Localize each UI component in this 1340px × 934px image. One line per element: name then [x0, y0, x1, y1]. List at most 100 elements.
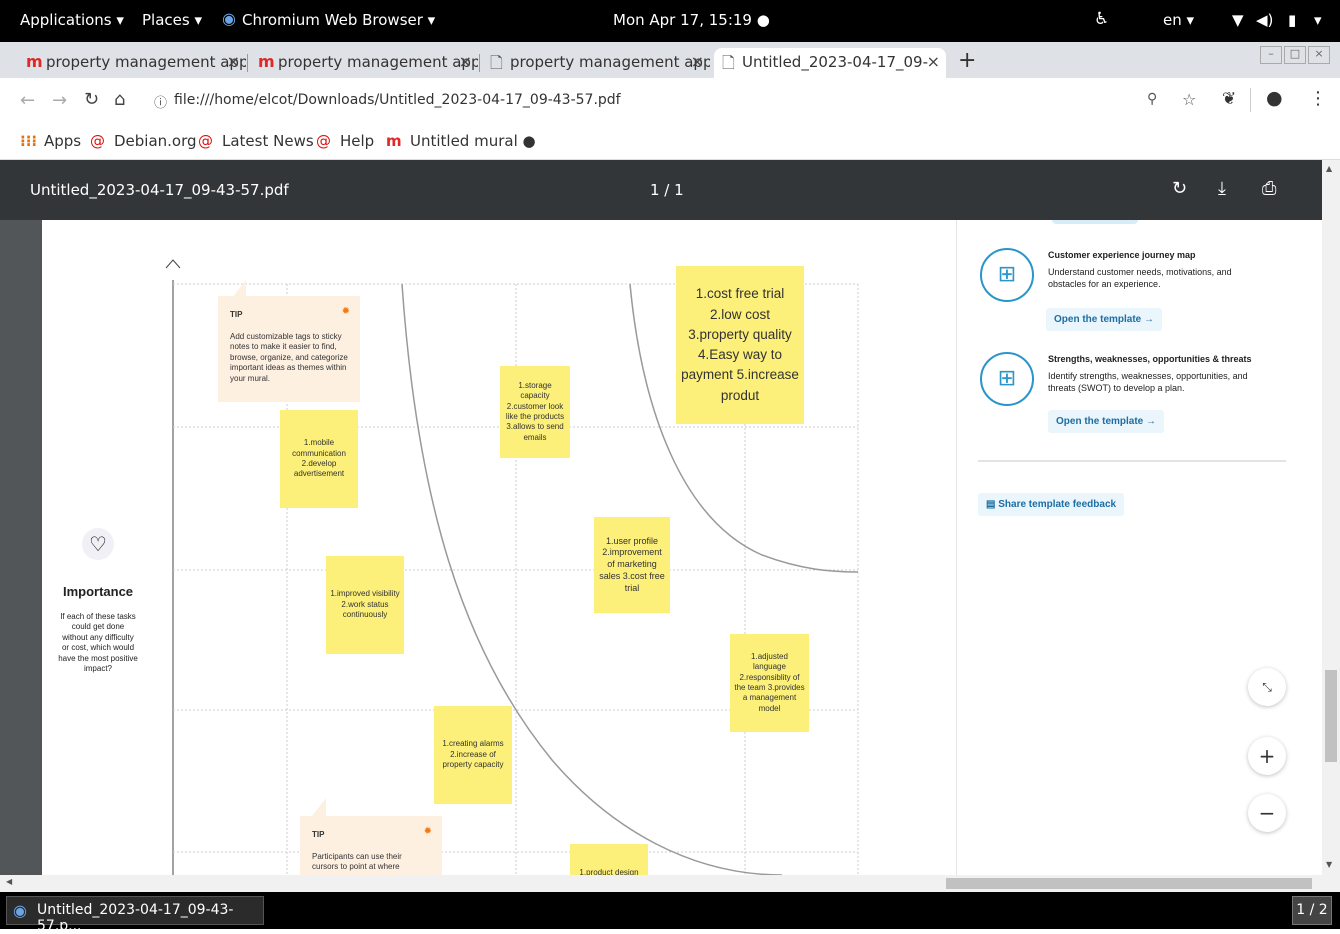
rotate-icon[interactable]: ↻ — [1172, 178, 1187, 199]
accessibility-icon[interactable]: ♿ — [1094, 9, 1109, 29]
system-top-bar: Applications ▾ Places ▾ ◉ Chromium Web B… — [0, 0, 1340, 42]
document-icon: 🗋 — [722, 53, 735, 72]
url-text[interactable]: file:///home/elcot/Downloads/Untitled_20… — [174, 92, 621, 108]
swot-title: Strengths, weaknesses, opportunities & t… — [1048, 354, 1252, 364]
cjm-title: Customer experience journey map — [1048, 250, 1196, 260]
mural-icon: ⅿ — [258, 52, 275, 71]
debian-icon: @ — [198, 132, 213, 150]
menu-icon[interactable]: ⋮ — [1309, 88, 1327, 109]
extension-icon[interactable]: ❦ — [1222, 89, 1236, 109]
swot-grid-icon: ⊞ — [980, 352, 1034, 406]
bookmarks-bar: ⁝⁝⁝ Apps @ Debian.org @ Latest News @ He… — [0, 124, 1340, 160]
open-template-button[interactable]: Open the template → — [1046, 308, 1163, 331]
tab-label: property management appl — [46, 53, 246, 71]
horizontal-scrollbar[interactable]: ◀ — [0, 875, 1322, 892]
close-icon[interactable]: × — [227, 52, 240, 71]
mural-icon: ⅿ — [386, 132, 402, 150]
vertical-scrollbar[interactable]: ▲ ▼ — [1322, 160, 1340, 892]
pdf-page: ♡ Importance If each of these tasks coul… — [42, 220, 1322, 875]
sticky-note[interactable]: 1.mobile communication 2.develop adverti… — [280, 410, 358, 508]
sticky-note[interactable]: 1.user profile 2.improvement of marketin… — [594, 517, 670, 613]
places-menu[interactable]: Places ▾ — [142, 11, 202, 29]
pdf-title: Untitled_2023-04-17_09-43-57.pdf — [30, 181, 289, 199]
tab-strip: ⅿ property management appl × ⅿ property … — [0, 42, 1340, 78]
close-icon[interactable]: × — [691, 52, 704, 71]
volume-icon[interactable]: ◀) — [1256, 11, 1273, 29]
tip-body: Participants can use their cursors to po… — [312, 852, 402, 872]
sticky-note[interactable]: 1.adjusted language 2.responsiblity of t… — [730, 634, 809, 732]
download-icon[interactable]: ⤓ — [1218, 178, 1226, 199]
browser-toolbar: ← → ↻ ⌂ ⓘ file:///home/elcot/Downloads/U… — [0, 78, 1340, 124]
chromium-icon: ◉ — [222, 9, 236, 28]
lightbulb-icon: ✹ — [341, 306, 350, 317]
omnibox[interactable]: ⓘ file:///home/elcot/Downloads/Untitled_… — [142, 85, 1242, 117]
tip-title: TIP — [230, 310, 243, 319]
taskbar-window-label: Untitled_2023-04-17_09-43-57.p... — [37, 902, 234, 934]
taskbar-window-button[interactable]: ◉ Untitled_2023-04-17_09-43-57.p... — [6, 896, 264, 934]
close-icon[interactable]: × — [459, 52, 472, 71]
document-icon: 🗋 — [490, 53, 503, 72]
sticky-note[interactable]: 1.creating alarms 2.increase of property… — [434, 706, 512, 804]
pdf-viewport: ♡ Importance If each of these tasks coul… — [0, 220, 1322, 875]
tip-body: Add customizable tags to sticky notes to… — [230, 332, 348, 383]
tab-1[interactable]: ⅿ property management appl × — [18, 48, 246, 78]
minimize-button[interactable]: – — [1260, 46, 1282, 64]
tab-2[interactable]: ⅿ property management appl × — [250, 48, 478, 78]
debian-icon: @ — [90, 132, 105, 150]
bookmark-help[interactable]: Help — [340, 132, 374, 150]
network-icon[interactable]: ▼ — [1232, 11, 1244, 29]
map-icon: ⊞ — [980, 248, 1034, 302]
bookmark-debian[interactable]: Debian.org — [114, 132, 197, 150]
close-icon[interactable]: × — [927, 52, 940, 71]
fit-screen-button[interactable]: ⤡ — [1248, 668, 1286, 706]
tip-card: TIP ✹ Participants can use their cursors… — [300, 816, 442, 875]
maximize-button[interactable]: □ — [1284, 46, 1306, 64]
workspace-indicator[interactable]: 1 / 2 — [1292, 896, 1332, 925]
bookmark-untitled-mural[interactable]: Untitled mural ● — [410, 132, 536, 150]
share-feedback-button[interactable]: ▤ Share template feedback — [978, 493, 1125, 516]
chromium-icon: ◉ — [13, 901, 27, 920]
page-counter: 1 / 1 — [650, 181, 684, 199]
tab-label: property management appl — [510, 53, 710, 71]
home-icon[interactable]: ⌂ — [114, 89, 125, 110]
feedback-icon: ▤ — [986, 499, 999, 510]
tab-3[interactable]: 🗋 property management appl × — [482, 48, 710, 78]
info-icon[interactable]: ⓘ — [154, 92, 167, 111]
tab-4-active[interactable]: 🗋 Untitled_2023-04-17_09- × — [714, 48, 946, 78]
tip-title: TIP — [312, 830, 325, 839]
back-icon[interactable]: ← — [20, 90, 35, 111]
bookmark-apps[interactable]: Apps — [44, 132, 81, 150]
language-menu[interactable]: en ▾ — [1163, 11, 1194, 29]
bookmark-star-icon[interactable]: ☆ — [1182, 90, 1196, 109]
close-window-button[interactable]: × — [1308, 46, 1330, 64]
tip-card: TIP ✹ Add customizable tags to sticky no… — [218, 296, 360, 402]
taskbar: ◉ Untitled_2023-04-17_09-43-57.p... 1 / … — [0, 892, 1340, 934]
lightbulb-icon: ✹ — [423, 826, 432, 837]
zoom-icon[interactable]: ⚲ — [1147, 91, 1157, 107]
pdf-toolbar: Untitled_2023-04-17_09-43-57.pdf 1 / 1 ↻… — [0, 160, 1322, 220]
print-icon[interactable]: ⎙ — [1262, 178, 1276, 199]
browser-menu[interactable]: Chromium Web Browser ▾ — [242, 11, 435, 29]
zoom-out-button[interactable]: − — [1248, 794, 1286, 832]
sticky-note[interactable]: 1.cost free trial 2.low cost 3.property … — [676, 266, 804, 424]
sticky-note[interactable]: 1.product design — [570, 844, 648, 875]
tab-label: Untitled_2023-04-17_09- — [742, 53, 929, 71]
reload-icon[interactable]: ↻ — [84, 89, 99, 110]
applications-menu[interactable]: Applications ▾ — [20, 11, 124, 29]
new-tab-button[interactable]: + — [958, 48, 976, 73]
sticky-note[interactable]: 1.improved visibility 2.work status cont… — [326, 556, 404, 654]
system-menu-icon[interactable]: ▾ — [1314, 11, 1322, 29]
forward-icon[interactable]: → — [52, 90, 67, 111]
tab-label: property management appl — [278, 53, 478, 71]
cjm-desc: Understand customer needs, motivations, … — [1048, 267, 1232, 290]
zoom-in-button[interactable]: + — [1248, 737, 1286, 775]
clock[interactable]: Mon Apr 17, 15:19 ● — [613, 11, 770, 29]
debian-icon: @ — [316, 132, 331, 150]
sticky-note[interactable]: 1.storage capacity 2.customer look like … — [500, 366, 570, 458]
battery-icon[interactable]: ▮ — [1288, 11, 1296, 29]
bookmark-latest-news[interactable]: Latest News — [222, 132, 314, 150]
feedback-label: Share template feedback — [998, 499, 1117, 510]
profile-icon[interactable]: ● — [1266, 87, 1283, 109]
open-template-button[interactable]: Open the template → — [1048, 410, 1165, 433]
apps-icon: ⁝⁝⁝ — [20, 132, 38, 150]
